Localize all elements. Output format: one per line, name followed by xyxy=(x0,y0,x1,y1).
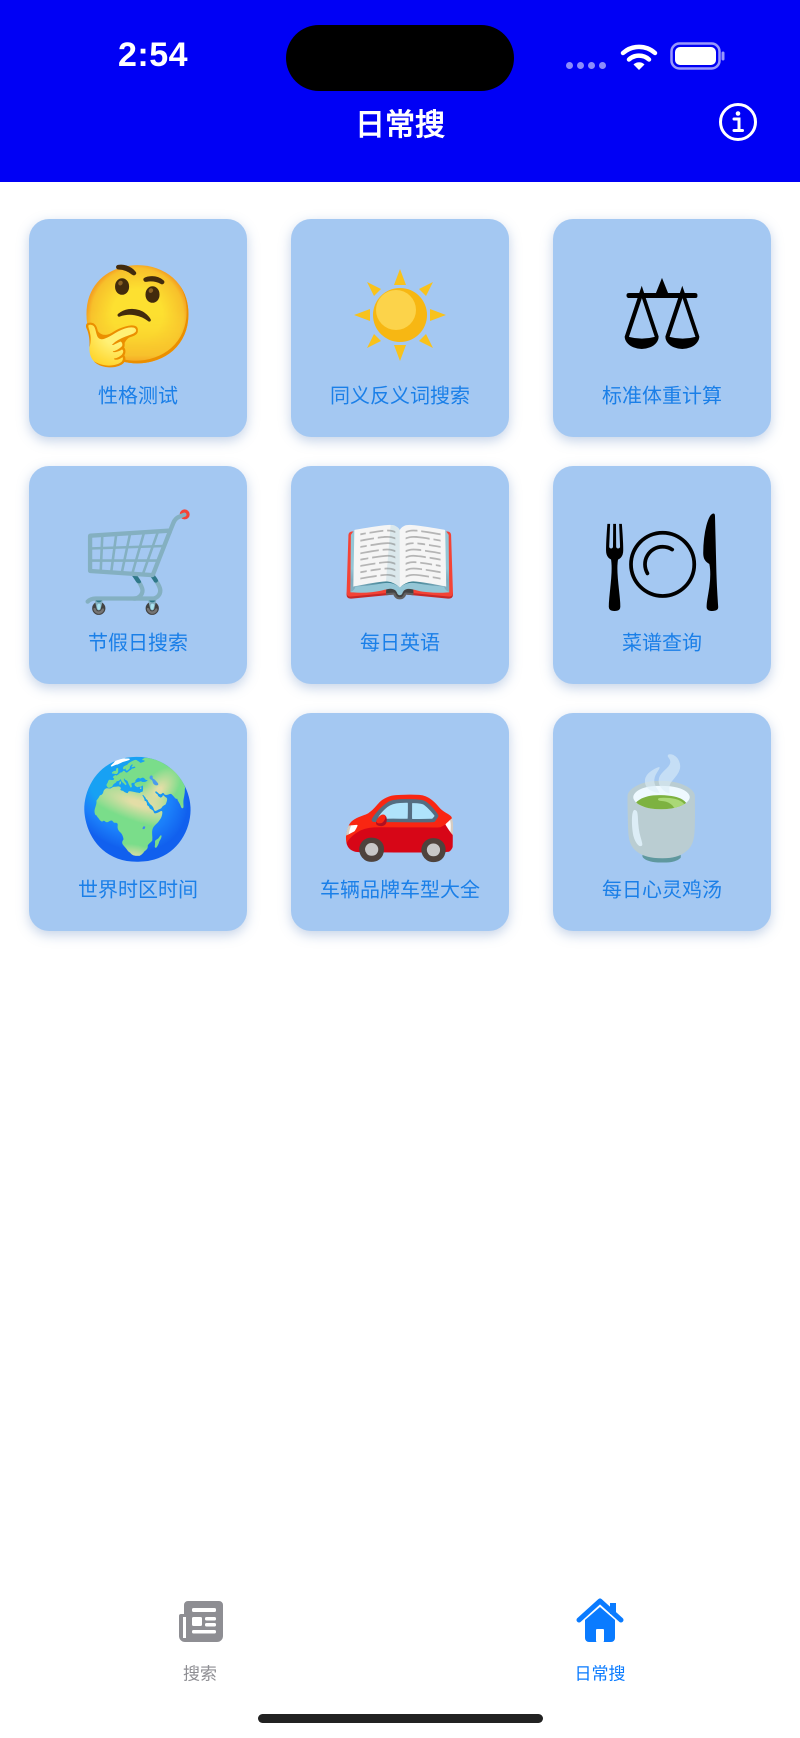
feature-card-label: 车辆品牌车型大全 xyxy=(320,877,480,902)
feature-card-label: 每日心灵鸡汤 xyxy=(602,877,722,902)
home-indicator xyxy=(258,1714,543,1723)
feature-grid: 🤔 性格测试 同义反义词搜索 ⚖ 标准体重计算 🛒 节假日搜索 📖 每日英语 🍽… xyxy=(29,219,771,931)
feature-card-label: 同义反义词搜索 xyxy=(330,383,470,408)
tab-search[interactable]: 搜索 xyxy=(140,1596,260,1686)
feature-card-daily-english[interactable]: 📖 每日英语 xyxy=(291,466,509,684)
navigation-header: 2:54 日常搜 xyxy=(0,0,800,182)
feature-card-holiday-search[interactable]: 🛒 节假日搜索 xyxy=(29,466,247,684)
shopping-cart-icon: 🛒 xyxy=(78,506,198,618)
feature-card-car-models[interactable]: 🚗 车辆品牌车型大全 xyxy=(291,713,509,931)
feature-card-label: 标准体重计算 xyxy=(602,383,722,408)
newspaper-icon xyxy=(179,1601,223,1642)
page-title: 日常搜 xyxy=(355,108,445,143)
open-book-icon: 📖 xyxy=(340,506,460,618)
balance-scale-icon: ⚖ xyxy=(618,259,706,371)
battery-icon xyxy=(670,42,725,70)
sun-icon xyxy=(350,265,450,365)
cellular-signal-icon xyxy=(566,62,608,70)
fork-knife-plate-icon: 🍽 xyxy=(601,506,723,618)
feature-card-world-time[interactable]: 🌍 世界时区时间 xyxy=(29,713,247,931)
feature-card-label: 节假日搜索 xyxy=(88,630,188,655)
dynamic-island xyxy=(286,25,514,91)
wifi-icon xyxy=(620,44,658,70)
status-time: 2:54 xyxy=(118,36,189,74)
app-screen: 2:54 日常搜 🤔 性格测试 同义反义词搜索 ⚖ 标准体重计算 🛒 节假日搜索… xyxy=(0,0,800,1738)
globe-europe-africa-icon: 🌍 xyxy=(78,753,198,865)
feature-card-recipe-search[interactable]: 🍽 菜谱查询 xyxy=(553,466,771,684)
thinking-face-icon: 🤔 xyxy=(78,259,198,371)
feature-card-label: 性格测试 xyxy=(98,383,178,408)
tab-home[interactable]: 日常搜 xyxy=(540,1596,660,1686)
feature-card-label: 每日英语 xyxy=(360,630,440,655)
teacup-icon: 🍵 xyxy=(602,753,722,865)
house-icon xyxy=(576,1598,624,1642)
tab-label: 搜索 xyxy=(183,1664,217,1685)
feature-card-personality-test[interactable]: 🤔 性格测试 xyxy=(29,219,247,437)
red-car-icon: 🚗 xyxy=(340,753,460,865)
feature-card-daily-quote[interactable]: 🍵 每日心灵鸡汤 xyxy=(553,713,771,931)
tab-label: 日常搜 xyxy=(574,1664,626,1685)
feature-card-synonym-search[interactable]: 同义反义词搜索 xyxy=(291,219,509,437)
feature-card-label: 世界时区时间 xyxy=(78,877,198,902)
feature-card-weight-calculator[interactable]: ⚖ 标准体重计算 xyxy=(553,219,771,437)
info-circle-icon[interactable] xyxy=(718,102,758,142)
feature-card-label: 菜谱查询 xyxy=(622,630,702,655)
